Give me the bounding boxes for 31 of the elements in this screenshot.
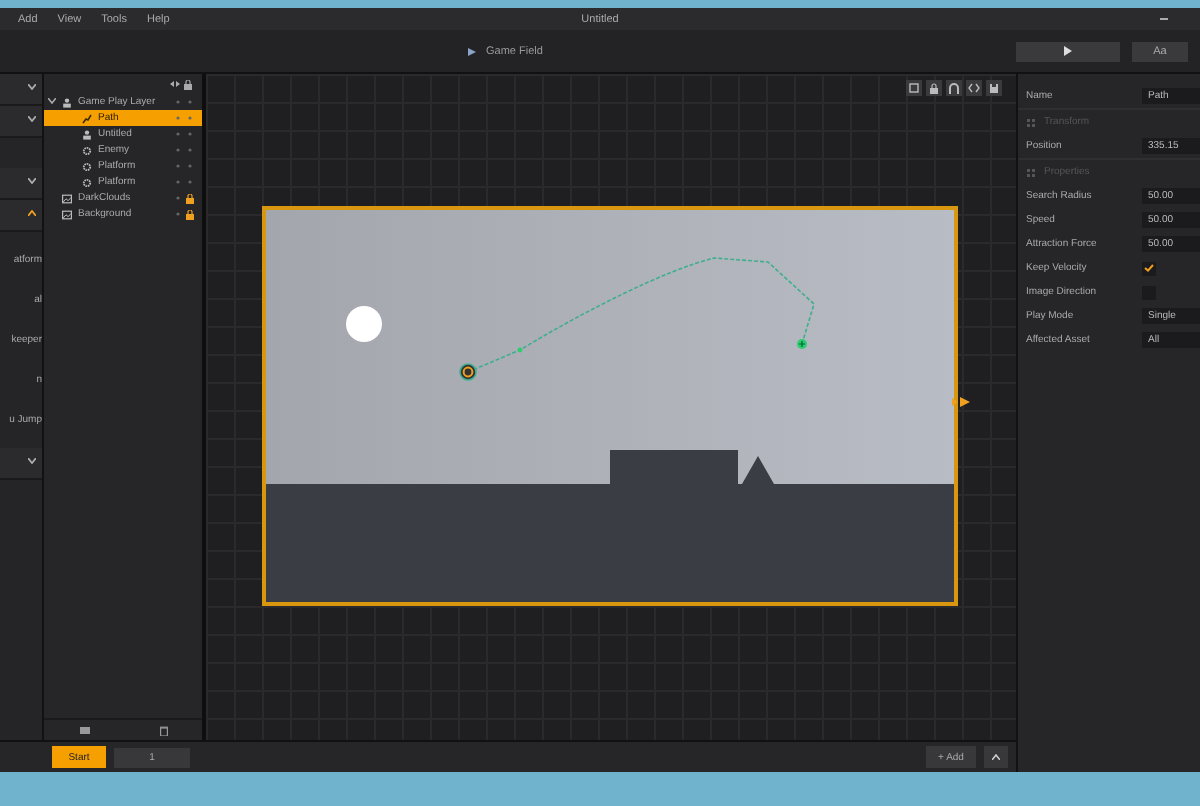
play-button[interactable] bbox=[1016, 41, 1120, 61]
chevron-up-icon bbox=[992, 754, 1000, 760]
collapse-button[interactable] bbox=[984, 746, 1008, 768]
lock-icon[interactable] bbox=[926, 80, 942, 96]
checkbox[interactable] bbox=[1142, 261, 1156, 275]
sidebar-section[interactable] bbox=[0, 200, 42, 232]
fit-icon[interactable] bbox=[906, 80, 922, 96]
image-icon bbox=[62, 209, 72, 219]
folder-icon[interactable] bbox=[79, 726, 89, 734]
play-icon bbox=[468, 47, 476, 55]
visibility-icon[interactable] bbox=[170, 80, 180, 88]
code-icon[interactable] bbox=[966, 80, 982, 96]
play-icon bbox=[1064, 46, 1072, 56]
person-icon bbox=[62, 97, 72, 107]
lock-icon[interactable] bbox=[184, 79, 192, 89]
section-icon bbox=[1026, 117, 1036, 127]
section-icon bbox=[1026, 167, 1036, 177]
trash-icon[interactable] bbox=[159, 725, 167, 735]
checkmark-icon bbox=[1144, 264, 1154, 272]
image-icon bbox=[62, 193, 72, 203]
sidebar-section[interactable] bbox=[0, 168, 42, 200]
person-icon bbox=[82, 129, 92, 139]
magnet-icon[interactable] bbox=[946, 80, 962, 96]
chevron-down-icon[interactable] bbox=[48, 98, 56, 104]
lock-icon[interactable] bbox=[186, 193, 194, 203]
sidebar-section[interactable] bbox=[0, 448, 42, 480]
save-icon[interactable] bbox=[986, 80, 1002, 96]
path-icon bbox=[82, 113, 92, 123]
resize-handle-icon[interactable] bbox=[952, 396, 970, 408]
lock-icon[interactable] bbox=[186, 209, 194, 219]
sun-drawing bbox=[346, 306, 382, 342]
